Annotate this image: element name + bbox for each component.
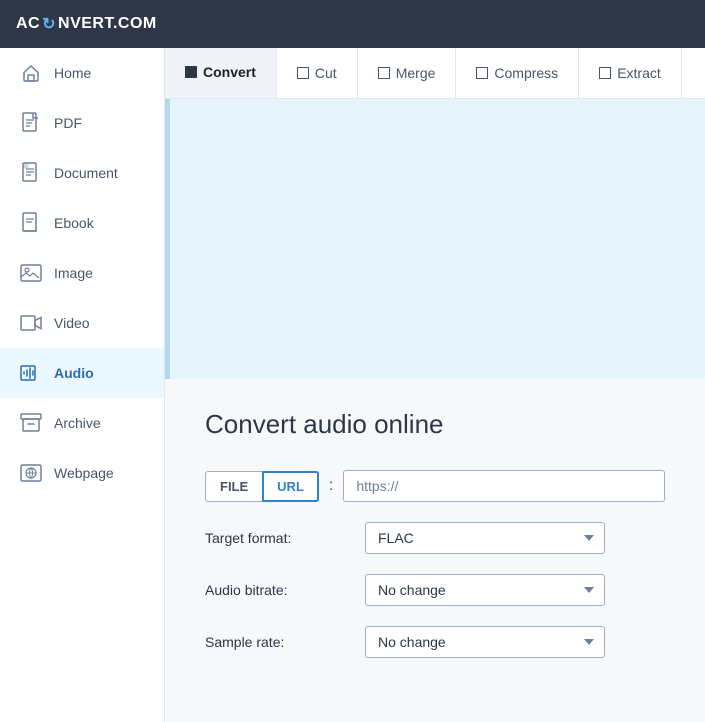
sidebar: Home PDF Document bbox=[0, 48, 165, 722]
sidebar-item-video[interactable]: Video bbox=[0, 298, 164, 348]
target-format-label: Target format: bbox=[205, 530, 365, 546]
sidebar-item-webpage[interactable]: Webpage bbox=[0, 448, 164, 498]
sidebar-item-archive-label: Archive bbox=[54, 415, 101, 431]
sidebar-item-webpage-label: Webpage bbox=[54, 465, 114, 481]
audio-bitrate-row: Audio bitrate: No change 64 kbit/s 128 k… bbox=[205, 574, 665, 606]
sidebar-item-video-label: Video bbox=[54, 315, 90, 331]
extract-tab-icon bbox=[599, 67, 611, 79]
file-url-buttons: FILE URL bbox=[205, 471, 319, 502]
sample-rate-row: Sample rate: No change 8000 Hz 11025 Hz … bbox=[205, 626, 665, 658]
target-format-row: Target format: FLAC MP3 WAV AAC OGG M4A … bbox=[205, 522, 665, 554]
sidebar-item-audio-label: Audio bbox=[54, 365, 94, 381]
pdf-icon bbox=[20, 112, 42, 134]
document-icon bbox=[20, 162, 42, 184]
sidebar-item-audio[interactable]: Audio bbox=[0, 348, 164, 398]
sample-rate-select[interactable]: No change 8000 Hz 11025 Hz 16000 Hz 2205… bbox=[365, 626, 605, 658]
audio-bitrate-select[interactable]: No change 64 kbit/s 128 kbit/s 192 kbit/… bbox=[365, 574, 605, 606]
sidebar-item-pdf-label: PDF bbox=[54, 115, 82, 131]
convert-tab-icon bbox=[185, 66, 197, 78]
sidebar-item-image-label: Image bbox=[54, 265, 93, 281]
webpage-icon bbox=[20, 462, 42, 484]
sidebar-item-home-label: Home bbox=[54, 65, 91, 81]
audio-bitrate-label: Audio bitrate: bbox=[205, 582, 365, 598]
logo-ac: AC bbox=[16, 15, 40, 33]
sidebar-item-document[interactable]: Document bbox=[0, 148, 164, 198]
sidebar-item-pdf[interactable]: PDF bbox=[0, 98, 164, 148]
sidebar-item-home[interactable]: Home bbox=[0, 48, 164, 98]
tab-compress-label: Compress bbox=[494, 65, 558, 81]
archive-icon bbox=[20, 412, 42, 434]
ebook-icon bbox=[20, 212, 42, 234]
main-content: Convert Cut Merge Compress Extract C bbox=[165, 48, 705, 722]
sample-rate-label: Sample rate: bbox=[205, 634, 365, 650]
image-icon bbox=[20, 262, 42, 284]
logo-nvert: NVERT.COM bbox=[58, 15, 157, 33]
compress-tab-icon bbox=[476, 67, 488, 79]
url-button[interactable]: URL bbox=[262, 471, 319, 502]
tab-cut[interactable]: Cut bbox=[277, 48, 358, 98]
tab-convert-label: Convert bbox=[203, 64, 256, 80]
sidebar-item-archive[interactable]: Archive bbox=[0, 398, 164, 448]
url-input[interactable] bbox=[343, 470, 665, 502]
target-format-select[interactable]: FLAC MP3 WAV AAC OGG M4A WMA AIFF bbox=[365, 522, 605, 554]
site-header: AC ↻ NVERT.COM bbox=[0, 0, 705, 48]
site-logo: AC ↻ NVERT.COM bbox=[16, 14, 157, 34]
sidebar-item-image[interactable]: Image bbox=[0, 248, 164, 298]
page-title: Convert audio online bbox=[205, 409, 665, 440]
form-content: Convert audio online FILE URL : Target f… bbox=[165, 379, 705, 708]
logo-icon: ↻ bbox=[42, 14, 56, 34]
tab-convert[interactable]: Convert bbox=[165, 48, 277, 98]
file-url-row: FILE URL : bbox=[205, 470, 665, 502]
colon-separator: : bbox=[329, 477, 333, 495]
video-icon bbox=[20, 312, 42, 334]
tab-compress[interactable]: Compress bbox=[456, 48, 579, 98]
file-button[interactable]: FILE bbox=[205, 471, 263, 502]
tab-cut-label: Cut bbox=[315, 65, 337, 81]
sidebar-item-ebook-label: Ebook bbox=[54, 215, 94, 231]
home-icon bbox=[20, 62, 42, 84]
sidebar-item-ebook[interactable]: Ebook bbox=[0, 198, 164, 248]
banner-area bbox=[165, 99, 705, 379]
cut-tab-icon bbox=[297, 67, 309, 79]
sidebar-item-document-label: Document bbox=[54, 165, 118, 181]
tab-extract-label: Extract bbox=[617, 65, 661, 81]
tab-extract[interactable]: Extract bbox=[579, 48, 682, 98]
tabs-bar: Convert Cut Merge Compress Extract bbox=[165, 48, 705, 99]
audio-icon bbox=[20, 362, 42, 384]
tab-merge[interactable]: Merge bbox=[358, 48, 457, 98]
merge-tab-icon bbox=[378, 67, 390, 79]
tab-merge-label: Merge bbox=[396, 65, 436, 81]
